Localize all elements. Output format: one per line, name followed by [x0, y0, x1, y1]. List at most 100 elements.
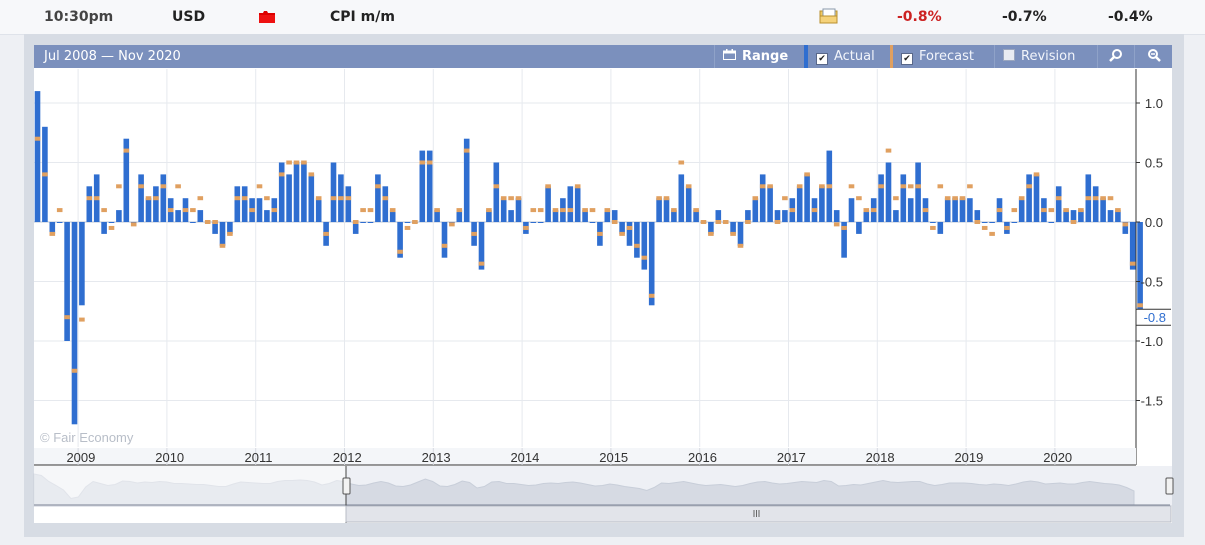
actual-bar — [1048, 222, 1055, 223]
forecast-marker — [153, 196, 159, 201]
actual-bar — [515, 198, 522, 222]
forecast-marker — [907, 184, 914, 189]
forecast-marker — [1129, 261, 1136, 266]
actual-bar — [508, 210, 514, 222]
actual-bar — [315, 198, 322, 222]
forecast-marker — [271, 208, 278, 213]
actual-bar — [907, 198, 914, 222]
forecast-marker — [641, 255, 648, 260]
x-tick-label: 2013 — [422, 450, 451, 465]
forecast-marker — [286, 160, 292, 165]
forecast-marker — [493, 184, 500, 189]
actual-bar — [648, 222, 655, 306]
forecast-marker — [508, 196, 514, 201]
chart-bars — [34, 91, 1143, 425]
actual-bar — [530, 222, 537, 223]
forecast-marker — [1137, 303, 1143, 308]
forecast-marker — [745, 220, 751, 224]
actual-bar — [981, 222, 988, 223]
forecast-marker — [315, 196, 322, 201]
forecast-marker — [463, 148, 470, 153]
forecast-marker — [552, 208, 559, 213]
forecast-marker — [264, 196, 270, 201]
forecast-marker — [567, 208, 574, 213]
actual-bar — [900, 174, 907, 222]
actual-bar — [833, 210, 840, 222]
forecast-marker — [123, 148, 130, 153]
forecast-marker — [782, 196, 788, 201]
forecast-marker — [878, 184, 884, 189]
forecast-marker — [722, 220, 729, 224]
actual-bar — [893, 210, 899, 222]
forecast-marker — [360, 208, 366, 213]
actual-bar — [759, 174, 766, 222]
navigator-left-handle[interactable] — [342, 477, 351, 495]
forecast-marker — [796, 184, 803, 189]
y-tick-label: 1.0 — [1145, 96, 1163, 111]
actual-bar — [500, 198, 507, 222]
forecast-marker — [441, 243, 448, 248]
forecast-marker — [833, 222, 840, 227]
y-tick-label: 0.5 — [1145, 156, 1163, 171]
actual-bar — [153, 186, 159, 222]
forecast-marker — [49, 231, 56, 236]
actual-bar — [197, 210, 204, 222]
actual-bar — [848, 198, 855, 222]
forecast-marker — [1107, 196, 1114, 201]
actual-bar — [1100, 198, 1106, 222]
actual-bar — [819, 186, 825, 222]
forecast-marker — [419, 160, 426, 165]
forecast-marker — [678, 160, 685, 165]
y-tick-label: -1.5 — [1141, 394, 1163, 409]
forecast-marker — [870, 208, 877, 213]
forecast-marker — [848, 184, 855, 189]
forecast-marker — [308, 172, 315, 177]
chart-grid — [34, 69, 1136, 447]
forecast-marker — [574, 184, 581, 189]
forecast-marker — [1011, 208, 1018, 213]
forecast-marker — [530, 208, 537, 213]
forecast-marker — [145, 196, 152, 201]
forecast-marker — [412, 220, 418, 224]
actual-bar — [589, 222, 596, 223]
forecast-marker — [863, 208, 870, 213]
navigator-right-handle[interactable] — [1165, 477, 1174, 495]
forecast-marker — [79, 317, 85, 322]
forecast-marker — [841, 225, 847, 230]
forecast-marker — [1092, 196, 1099, 201]
actual-bar — [1033, 174, 1040, 222]
forecast-marker — [1004, 225, 1010, 230]
actual-bar — [301, 162, 307, 222]
x-tick-label: 2012 — [333, 450, 362, 465]
forecast-marker — [560, 208, 566, 213]
forecast-marker — [219, 243, 226, 248]
actual-bar — [108, 222, 115, 223]
actual-bar — [752, 198, 759, 222]
actual-bar — [1055, 186, 1062, 222]
forecast-marker — [515, 196, 522, 201]
actual-bar — [989, 222, 995, 223]
forecast-marker — [426, 160, 433, 165]
actual-bar — [856, 222, 862, 234]
actual-bar — [944, 198, 951, 222]
forecast-marker — [804, 172, 810, 177]
actual-bar — [375, 174, 381, 222]
forecast-marker — [648, 293, 655, 298]
actual-bar — [626, 222, 633, 246]
actual-bar — [1092, 186, 1099, 222]
actual-bar — [175, 210, 181, 222]
forecast-marker — [101, 208, 107, 213]
forecast-marker — [175, 184, 181, 189]
actual-bar — [959, 198, 966, 222]
forecast-marker — [486, 208, 492, 213]
forecast-marker — [811, 208, 818, 213]
forecast-marker — [922, 208, 929, 213]
actual-bar — [663, 198, 670, 222]
forecast-marker — [730, 231, 736, 236]
forecast-marker — [1063, 208, 1069, 213]
actual-bar — [545, 186, 551, 222]
x-tick-label: 2010 — [155, 450, 184, 465]
cpi-bar-chart: 1.0 0.5 0.0 -0.5 -1.0 -1.5 -0.8 2009 2010 2011 201… — [33, 69, 1174, 523]
forecast-marker — [227, 231, 233, 236]
forecast-marker — [656, 196, 662, 201]
